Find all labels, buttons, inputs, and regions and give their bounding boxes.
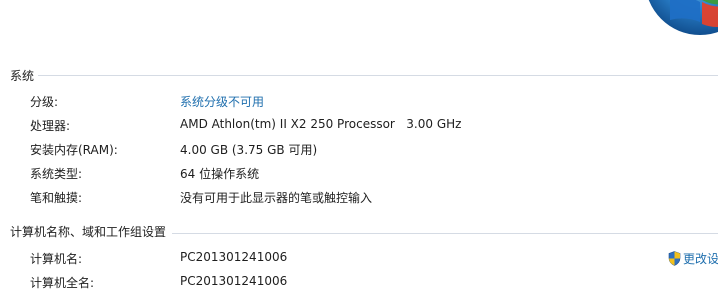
rating-label: 分级: [30, 95, 59, 109]
processor-label: 处理器: [30, 119, 71, 133]
ram-value: 4.00 GB (3.75 GB 可用) [180, 143, 318, 157]
rating-link[interactable]: 系统分级不可用 [180, 93, 264, 110]
ram-label: 安装内存(RAM): [30, 143, 118, 157]
windows-logo-icon [640, 0, 718, 45]
computer-name-row: 计算机名: PC201301241006 更改设 [0, 250, 718, 270]
system-type-row: 系统类型: 64 位操作系统 [0, 165, 718, 185]
processor-value: AMD Athlon(tm) II X2 250 Processor 3.00 … [180, 117, 462, 131]
full-computer-name-label: 计算机全名: [30, 276, 95, 290]
computer-name-value: PC201301241006 [180, 250, 288, 264]
computer-name-section-title: 计算机名称、域和工作组设置 [10, 225, 167, 239]
full-computer-name-value: PC201301241006 [180, 274, 288, 288]
system-section-title: 系统 [10, 69, 35, 83]
change-settings-link[interactable]: 更改设 [668, 250, 718, 267]
system-type-label: 系统类型: [30, 167, 83, 181]
system-section-divider [38, 75, 718, 76]
change-settings-label: 更改设 [683, 252, 718, 266]
pen-touch-value: 没有可用于此显示器的笔或触控输入 [180, 191, 373, 205]
pen-touch-label: 笔和触摸: [30, 191, 83, 205]
full-computer-name-row: 计算机全名: PC201301241006 [0, 274, 718, 294]
computer-name-section-divider [172, 233, 718, 234]
processor-row: 处理器: AMD Athlon(tm) II X2 250 Processor … [0, 117, 718, 137]
computer-name-label: 计算机名: [30, 252, 83, 266]
ram-row: 安装内存(RAM): 4.00 GB (3.75 GB 可用) [0, 141, 718, 161]
pen-touch-row: 笔和触摸: 没有可用于此显示器的笔或触控输入 [0, 189, 718, 209]
system-type-value: 64 位操作系统 [180, 167, 260, 181]
rating-row: 分级: 系统分级不可用 [0, 93, 718, 113]
uac-shield-icon [668, 251, 681, 266]
